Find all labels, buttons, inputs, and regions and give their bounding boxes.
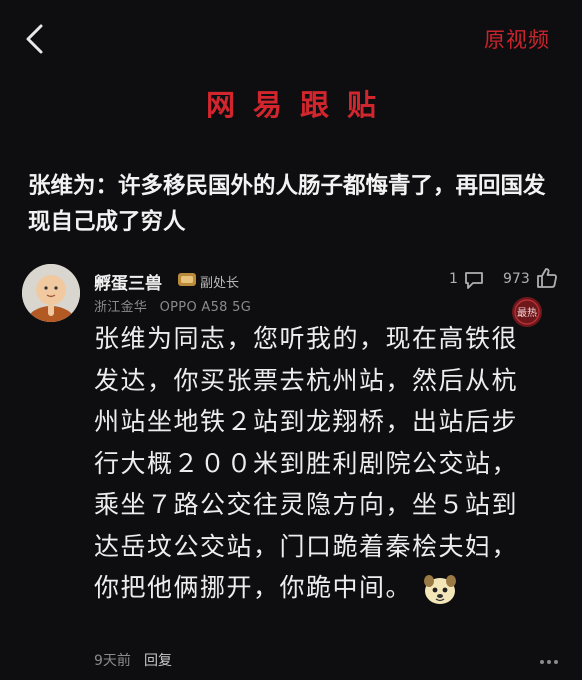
reply-button[interactable]: 回复 — [144, 650, 172, 670]
comment-time: 9天前 — [94, 653, 131, 669]
comment-meta: 浙江金华 OPPO A58 5G — [94, 296, 259, 315]
monk-avatar-icon — [22, 264, 80, 322]
like-count: 973 — [503, 271, 530, 287]
comment-body: 张维为同志，您听我的，现在高铁很发达，你买张票去杭州站，然后从杭州站坐地铁２站到… — [94, 318, 544, 609]
reply-count: 1 — [449, 271, 458, 287]
back-button[interactable] — [22, 22, 48, 56]
thumbs-up-icon — [537, 268, 557, 288]
rank-label: 副处长 — [200, 276, 240, 291]
news-headline[interactable]: 张维为：许多移民国外的人肠子都悔青了，再回国发现自己成了穷人 — [28, 168, 558, 240]
reply-count-button[interactable] — [462, 268, 486, 292]
comment-bubble-icon — [465, 272, 483, 289]
avatar[interactable] — [22, 264, 80, 322]
comment-device: OPPO A58 5G — [159, 300, 252, 315]
dog-face-emoji-icon — [422, 571, 458, 607]
comment-text: 张维为同志，您听我的，现在高铁很发达，你买张票去杭州站，然后从杭州站坐地铁２站到… — [94, 324, 519, 602]
comment-username[interactable]: 孵蛋三兽 — [94, 269, 162, 294]
chevron-left-icon — [26, 24, 43, 54]
rank-badge-icon — [177, 271, 197, 288]
comment-location: 浙江金华 — [94, 300, 148, 315]
more-dots-icon — [540, 660, 558, 664]
more-options-button[interactable] — [538, 652, 560, 664]
brand-title: 网易跟贴 — [205, 88, 394, 122]
like-button[interactable] — [535, 266, 559, 290]
original-video-link[interactable]: 原视频 — [484, 24, 550, 54]
